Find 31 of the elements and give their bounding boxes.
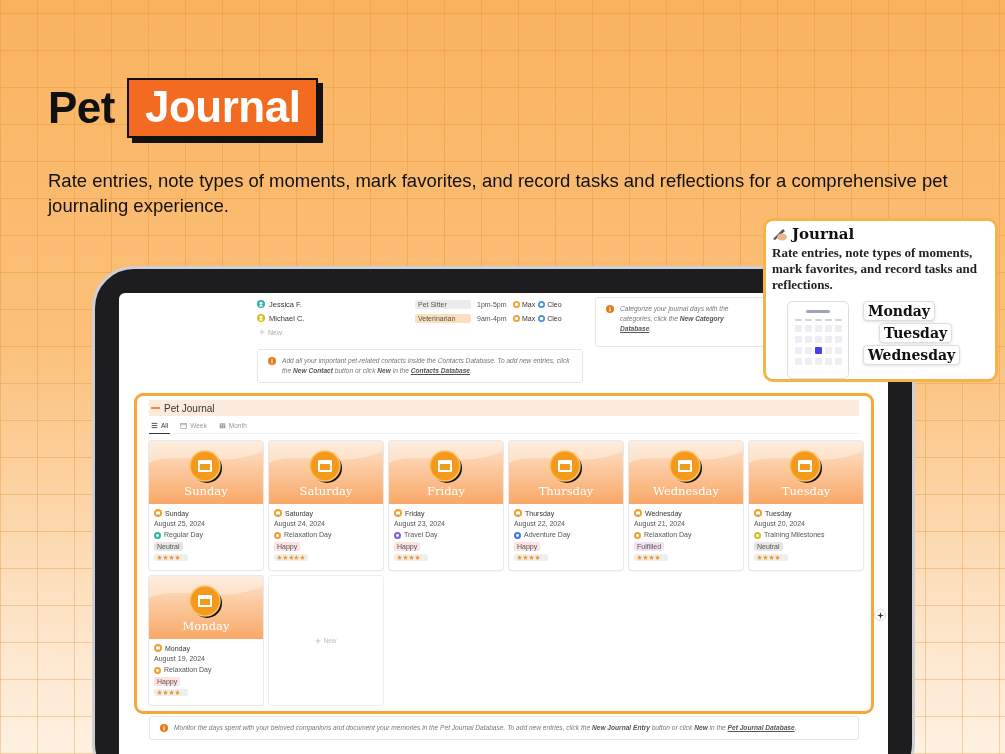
- calendar-icon: [754, 509, 762, 517]
- writing-hand-icon: [772, 227, 788, 241]
- callout-text: Rate entries, note types of moments, mark favorites, and record tasks and reflections.: [772, 245, 978, 293]
- cover-label: Tuesday: [780, 484, 832, 498]
- calendar-icon: [514, 509, 522, 517]
- info-icon: [268, 357, 276, 365]
- calendar-icon: [180, 422, 188, 429]
- journal-title: Pet Journal: [164, 402, 215, 414]
- hero-title: Pet: [48, 83, 115, 133]
- hero-subtitle: Rate entries, note types of moments, mark favorites, and record tasks and reflections for a comprehensive pet journaling experience.: [48, 169, 949, 218]
- day-label: Wednesday: [863, 345, 961, 365]
- calendar-grid-icon: [218, 422, 226, 429]
- cover-label: Wednesday: [652, 484, 720, 498]
- plus-icon: [315, 637, 322, 644]
- day-label: Tuesday: [879, 323, 953, 343]
- list-icon: [151, 422, 158, 429]
- plus-icon: [259, 329, 265, 335]
- info-icon: [606, 305, 614, 313]
- cover-label: Friday: [426, 484, 466, 498]
- calendar-icon: [394, 509, 402, 517]
- calendar-icon: [274, 509, 282, 517]
- cover-label: Sunday: [183, 484, 229, 498]
- calendar-icon: [634, 509, 642, 517]
- cover-label: Monday: [181, 619, 231, 633]
- cover-label: Thursday: [537, 484, 595, 498]
- calendar-icon: [154, 644, 162, 652]
- day-label: Monday: [863, 301, 935, 321]
- calendar-icon: [154, 509, 162, 517]
- callout-title: Journal: [792, 225, 855, 243]
- cover-label: Saturday: [298, 484, 354, 498]
- info-icon: [160, 724, 168, 732]
